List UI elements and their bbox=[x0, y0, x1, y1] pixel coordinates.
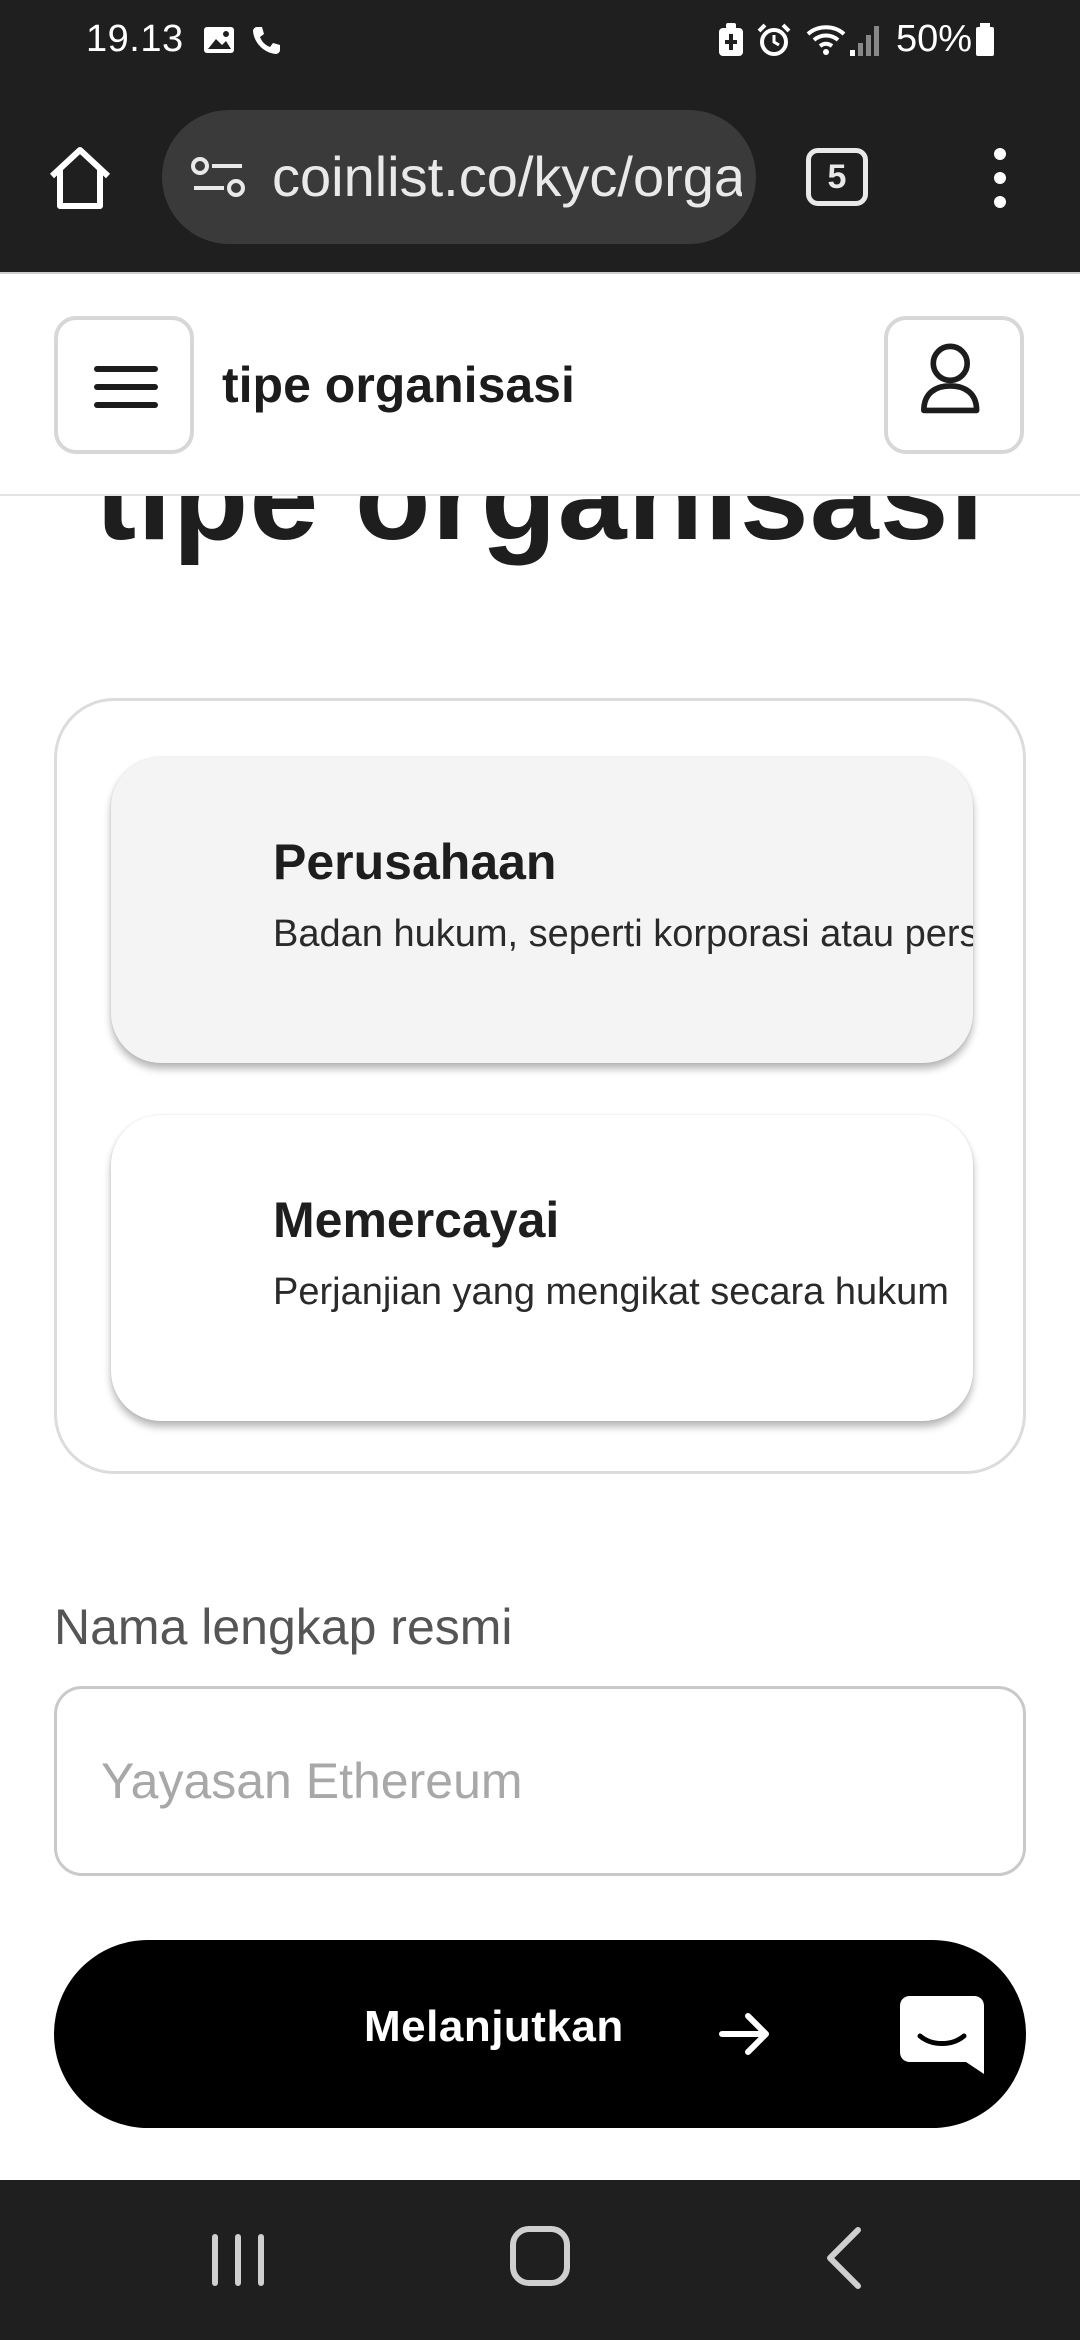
continue-label: Melanjutkan bbox=[364, 2002, 624, 2051]
status-bar: 19.13 50% bbox=[0, 0, 1080, 82]
option-company[interactable]: Perusahaan Badan hukum, seperti korporas… bbox=[111, 757, 973, 1063]
option-title: Memercayai bbox=[273, 1192, 560, 1248]
status-time: 19.13 bbox=[86, 18, 184, 60]
gallery-icon bbox=[204, 27, 234, 53]
legal-name-input[interactable] bbox=[54, 1686, 1026, 1876]
address-bar[interactable]: coinlist.co/kyc/organization bbox=[162, 110, 756, 244]
option-description: Perjanjian yang mengikat secara hukum bbox=[273, 1271, 949, 1313]
browser-toolbar: coinlist.co/kyc/organization 5 bbox=[0, 82, 1080, 272]
alarm-icon bbox=[757, 23, 791, 56]
user-icon bbox=[921, 343, 980, 414]
battery-percent: 50% bbox=[896, 18, 973, 60]
app-header: tipe organisasi bbox=[0, 272, 1080, 496]
wifi-icon bbox=[806, 25, 846, 55]
option-title: Perusahaan bbox=[273, 834, 557, 890]
system-nav-bar bbox=[0, 2180, 1080, 2340]
battery-icon bbox=[976, 23, 994, 56]
arrow-right-icon bbox=[719, 2013, 769, 2055]
continue-button[interactable]: Melanjutkan bbox=[54, 1940, 1026, 2128]
hamburger-icon bbox=[94, 366, 158, 372]
recents-icon[interactable] bbox=[206, 2230, 270, 2290]
option-trust[interactable]: Memercayai Perjanjian yang mengikat seca… bbox=[111, 1115, 973, 1421]
organization-type-options: Perusahaan Badan hukum, seperti korporas… bbox=[54, 698, 1026, 1474]
legal-name-label: Nama lengkap resmi bbox=[54, 1599, 513, 1655]
site-settings-icon[interactable] bbox=[190, 152, 246, 202]
home-icon[interactable] bbox=[508, 2224, 572, 2288]
battery-saver-icon bbox=[719, 23, 743, 56]
phone-call-icon bbox=[253, 27, 280, 54]
tab-switcher-button[interactable]: 5 bbox=[806, 148, 868, 206]
more-vert-icon[interactable] bbox=[982, 146, 1018, 210]
url-text[interactable]: coinlist.co/kyc/organization bbox=[272, 144, 742, 209]
chat-support-icon[interactable] bbox=[890, 1982, 994, 2086]
header-title: tipe organisasi bbox=[222, 357, 575, 413]
browser-home-icon[interactable] bbox=[44, 142, 116, 214]
option-description: Badan hukum, seperti korporasi atau pers… bbox=[273, 913, 973, 955]
account-button[interactable] bbox=[884, 316, 1024, 454]
signal-icon bbox=[850, 26, 879, 56]
page-title: tipe organisasi bbox=[94, 496, 986, 566]
back-icon[interactable] bbox=[820, 2224, 866, 2292]
menu-button[interactable] bbox=[54, 316, 194, 454]
